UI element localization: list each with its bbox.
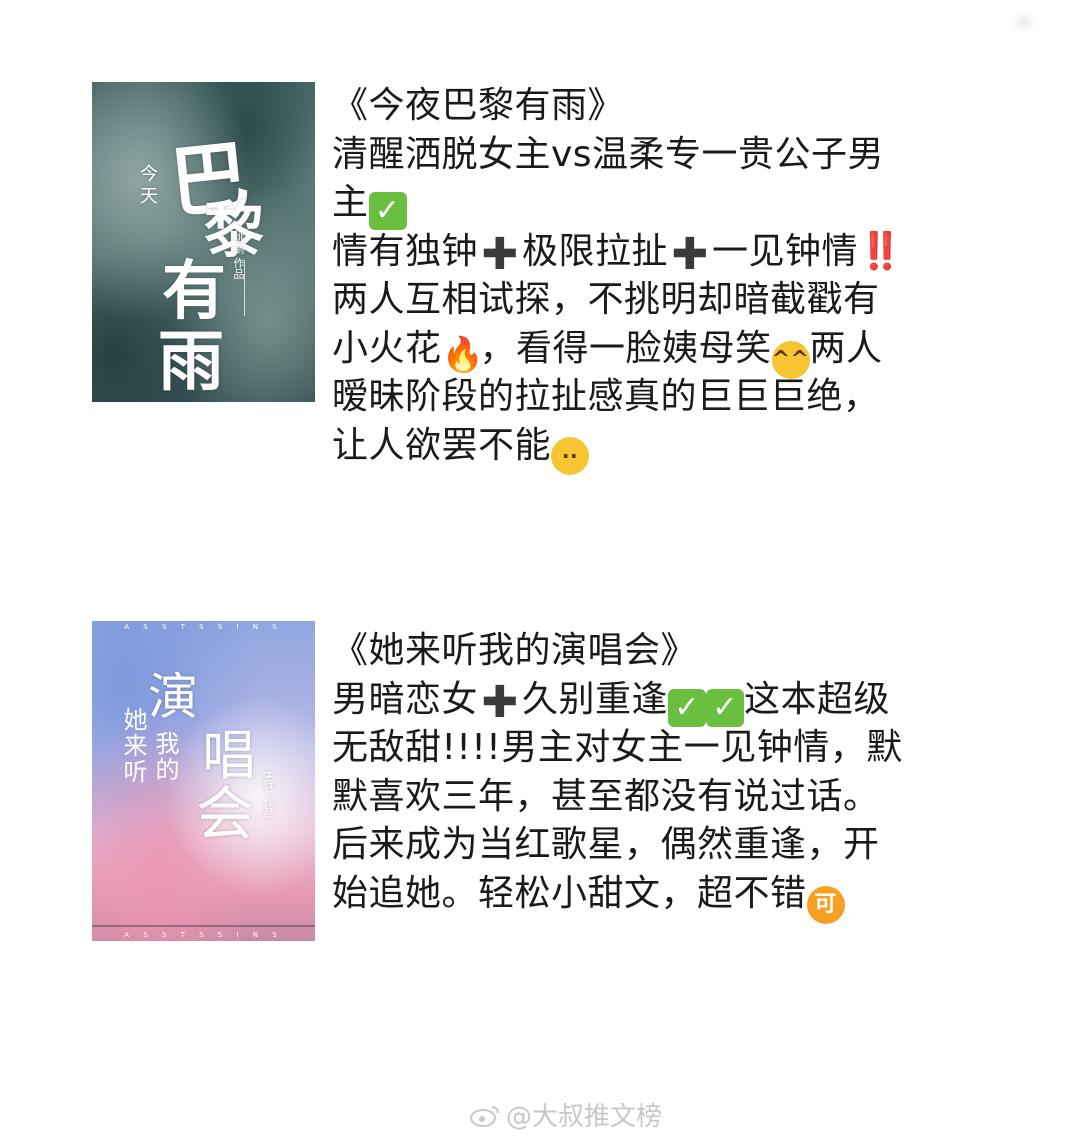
corner-mark	[1010, 12, 1038, 32]
desc-line: 暧昧阶段的拉扯感真的巨巨巨绝，	[332, 376, 880, 417]
desc-line: 小火花🔥，看得一脸姨母笑^^两人	[332, 325, 972, 379]
check-mark-icon: ✓	[668, 688, 707, 727]
desc-line: 默喜欢三年，甚至都没有说过话。	[332, 775, 880, 817]
check-mark-icon: ✓	[706, 688, 745, 727]
desc-line: 清醒洒脱女主vs温柔专一贵公子男	[332, 133, 885, 175]
cover-title-small: 她来听	[119, 707, 147, 785]
watermark: @大叔推文榜	[470, 1096, 662, 1132]
check-mark-icon: ✓	[368, 192, 407, 230]
book-cover-1[interactable]: 巴 黎 有 雨 今 天 桃蓟 作品	[92, 82, 315, 402]
book-description-2: 《她来听我的演唱会》 男暗恋女✚久别重逢 ✓ ✓ 这本超级 无敌甜!!!!男主对女主一…	[332, 627, 972, 924]
book-cover-2[interactable]: A S S T S S I N S 演 唱 会 她来听 我的 王钰 作品 A S…	[92, 621, 315, 941]
cover-title-char: 演	[148, 668, 198, 726]
book-title: 《今夜巴黎有雨》	[332, 85, 625, 126]
book-description-1: 《今夜巴黎有雨》 清醒洒脱女主vs温柔专一贵公子男 主 ✓ 情有独钟✚极限拉扯✚一…	[332, 82, 972, 475]
desc-line: 男暗恋女✚久别重逢 ✓ ✓ 这本超级	[332, 676, 891, 728]
desc-line: 情有独钟✚极限拉扯✚一见钟情‼️	[332, 228, 904, 280]
cover-title-char: 会	[196, 780, 255, 848]
weibo-logo-icon	[470, 1106, 499, 1127]
desc-line: 无敌甜!!!!男主对女主一见钟情，默	[332, 727, 903, 768]
desc-line: 两人互相试探，不挑明却暗截戳有	[332, 279, 880, 320]
plus-icon: ✚	[481, 676, 519, 728]
cover-title-char: 雨	[158, 322, 224, 400]
cover-title-char: 天	[140, 186, 158, 207]
fire-icon: 🔥	[441, 334, 485, 375]
pleading-face-icon: ··	[551, 436, 590, 475]
cover-pier	[92, 925, 315, 927]
desc-line: 主 ✓	[332, 179, 972, 230]
plus-icon: ✚	[671, 228, 709, 280]
desc-line: 始追她。轻松小甜文，超不错可	[332, 870, 972, 924]
desc-line: 让人欲罢不能 ··	[332, 422, 972, 475]
cover-ribbon: A S S T S S I N S	[124, 931, 283, 939]
cover-title-small: 我的	[151, 731, 179, 783]
desc-line: 后来成为当红歌星，偶然重逢，开	[332, 824, 880, 865]
ke-badge-icon: 可	[806, 885, 845, 924]
plus-icon: ✚	[481, 228, 519, 280]
book-title: 《她来听我的演唱会》	[332, 630, 698, 671]
watermark-text: @大叔推文榜	[506, 1102, 663, 1132]
cover-divider	[244, 260, 245, 316]
cover-ribbon: A S S T S S I N S	[124, 623, 283, 631]
cover-author: 王钰 作品	[262, 771, 275, 819]
